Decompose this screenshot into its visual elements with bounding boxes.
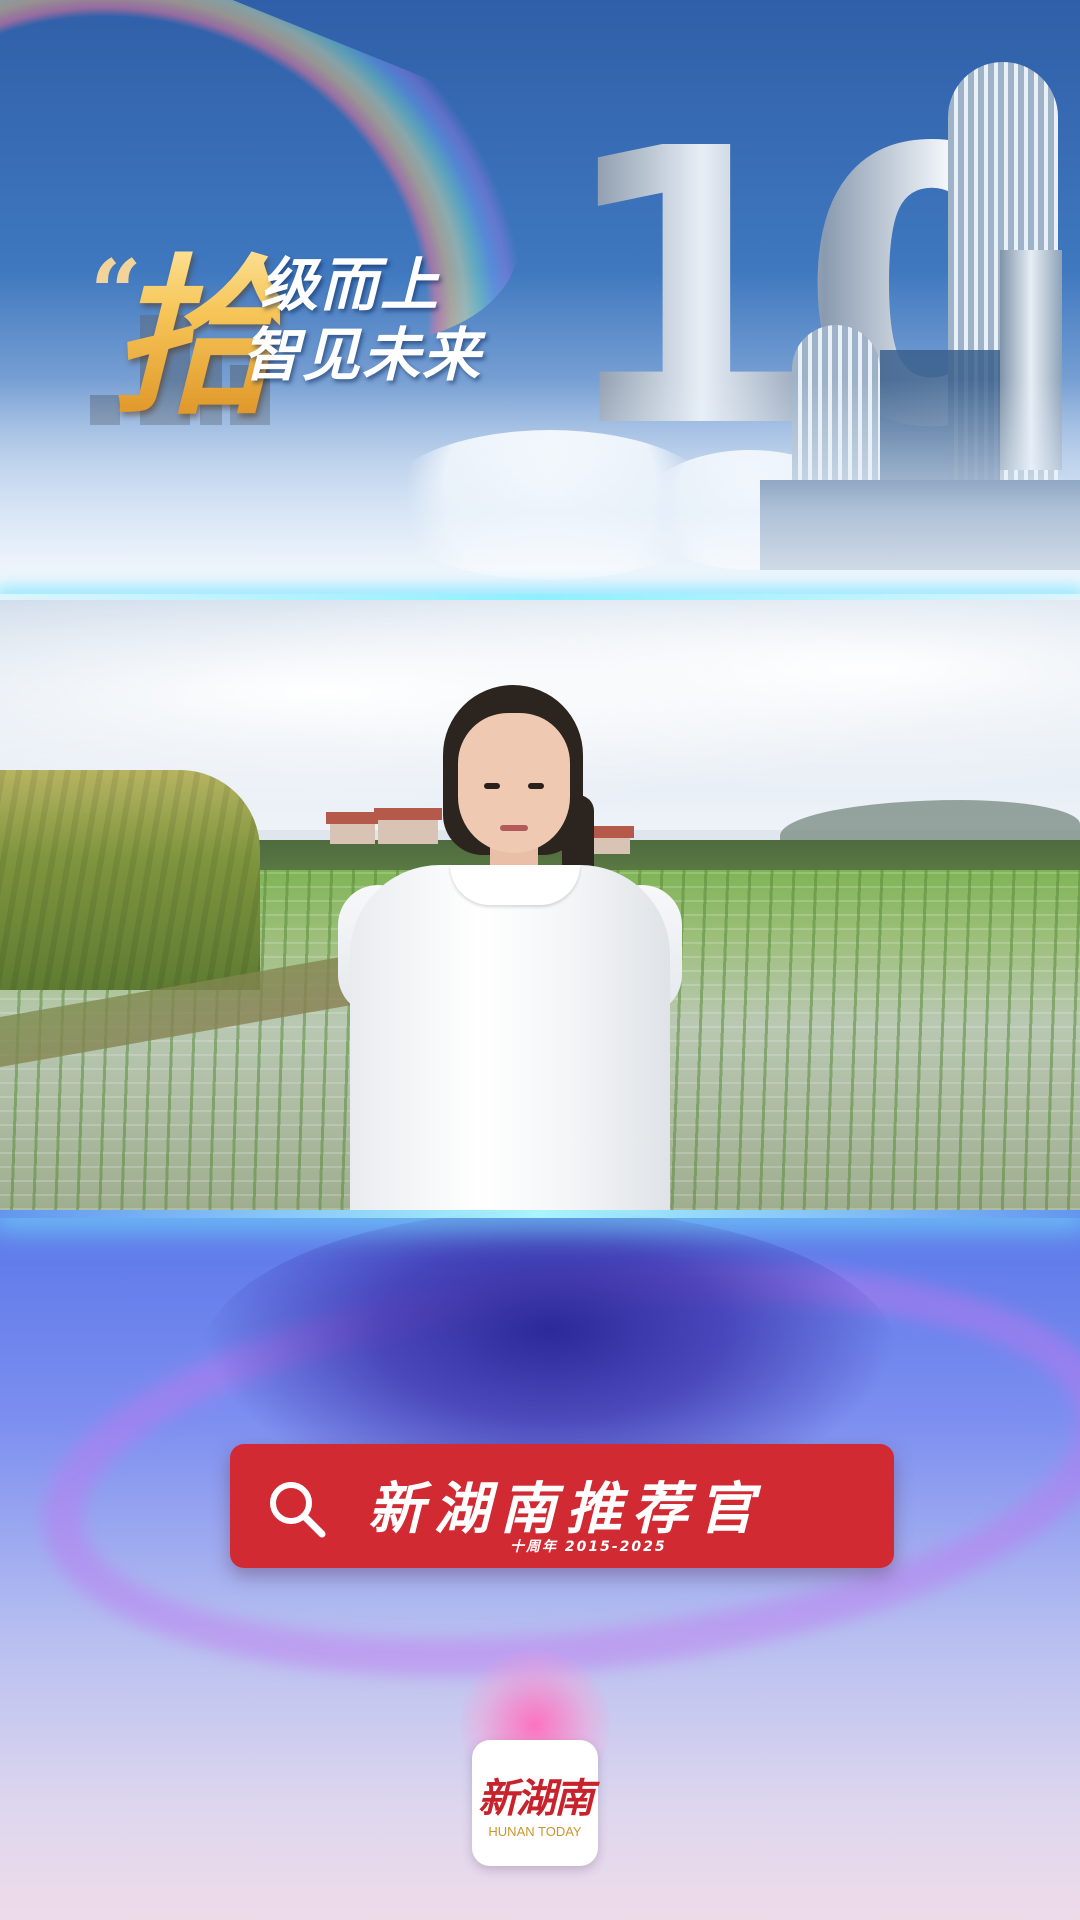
bottom-background: 新湖南推荐官 十周年 2015-2025 新湖南 HUNAN TODAY	[0, 1210, 1080, 1920]
logo-chinese-name: 新湖南	[478, 1775, 594, 1822]
search-bar-subtitle: 十周年 2015-2025	[510, 1539, 667, 1555]
presenter	[330, 685, 690, 1210]
corn-field	[0, 770, 260, 990]
logo-english-name: HUNAN TODAY	[488, 1824, 582, 1839]
search-icon	[270, 1482, 326, 1538]
recommendation-search-bar[interactable]: 新湖南推荐官 十周年 2015-2025	[230, 1444, 894, 1568]
search-bar-title: 新湖南推荐官	[368, 1477, 764, 1542]
slogan: “ 拾 级而上 智见未来	[70, 200, 550, 438]
video-frame[interactable]	[0, 600, 1080, 1210]
anniversary-banner: 10 “ 拾 级而上 智见未来	[0, 0, 1080, 600]
divider-glow	[0, 1210, 1080, 1218]
slogan-line-2: 智见未来	[242, 321, 483, 389]
hunan-today-logo: 新湖南 HUNAN TODAY	[472, 1740, 598, 1866]
